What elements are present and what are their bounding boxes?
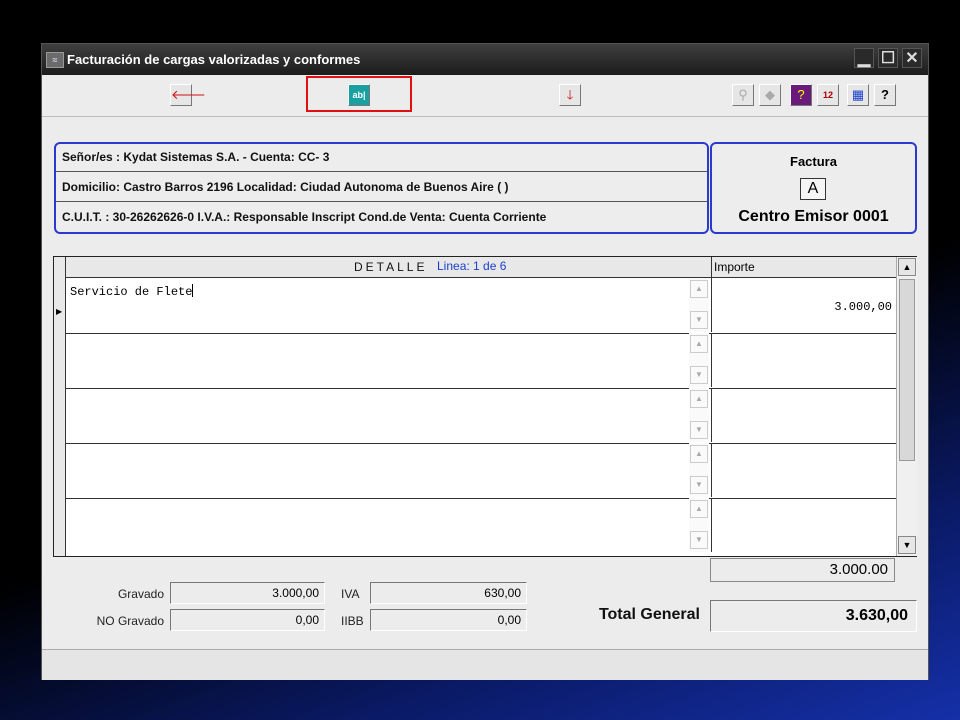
gravado-field[interactable]: 3.000,00 [170,582,325,604]
toolbar: 🡐 ab| 🡓 ⚲ ◆ ? 12 ▦ ? [42,75,928,115]
calculator-icon: ▦ [851,87,865,102]
description-cell[interactable] [65,333,689,387]
description-cell[interactable] [65,388,689,442]
calendar-icon: 12 [822,90,833,100]
table-row[interactable]: ▲ ▼ [65,388,896,444]
no-gravado-field[interactable]: 0,00 [170,609,325,631]
amount-cell[interactable] [711,388,894,442]
help-button[interactable]: ? [790,84,812,106]
table-row[interactable]: ▲ ▼ [65,443,896,499]
detail-grid: DETALLE Linea: 1 de 6 Importe ▶ Servicio… [53,256,917,557]
highlight-box [306,76,412,112]
scroll-thumb[interactable] [899,279,915,461]
amount-cell[interactable]: 3.000,00 [711,278,894,332]
scroll-down-icon[interactable]: ▼ [690,531,708,549]
customer-name: Señor/es : Kydat Sistemas S.A. - Cuenta:… [62,150,330,164]
invoice-letter: A [800,178,826,200]
grid-scrollbar[interactable]: ▲ ▼ [896,257,917,556]
table-row[interactable]: ▲ ▼ [65,333,896,389]
importe-header: Importe [711,257,894,277]
calculator-button[interactable]: ▦ [847,84,869,106]
invoice-type-box: Factura A Centro Emisor 0001 [710,142,917,234]
maximize-button[interactable]: ☐ [878,48,898,68]
help-icon: ? [797,87,805,102]
amount-cell[interactable] [711,333,894,387]
divider [56,201,707,202]
question-icon: ? [881,87,889,102]
description-cell[interactable] [65,498,689,552]
scroll-down-icon[interactable]: ▼ [690,476,708,494]
detalle-title: DETALLE [354,260,428,274]
iibb-field[interactable]: 0,00 [370,609,527,631]
customer-address: Domicilio: Castro Barros 2196 Localidad:… [62,180,509,194]
total-general-field: 3.630,00 [710,600,917,632]
invoice-window: ≈ Facturación de cargas valorizadas y co… [41,43,929,680]
gravado-label: Gravado [117,587,164,601]
scroll-down-icon[interactable]: ▼ [690,366,708,384]
amount-cell[interactable] [711,443,894,497]
no-gravado-label: NO Gravado [96,614,164,628]
search-button[interactable]: ⚲ [732,84,754,106]
factura-label: Factura [790,154,837,169]
iva-field[interactable]: 630,00 [370,582,527,604]
description-cell[interactable]: Servicio de Flete [65,278,689,332]
total-general-label: Total General [598,606,700,623]
text-cursor [192,284,194,297]
table-row[interactable]: ▲ ▼ [65,498,896,553]
title-bar[interactable]: ≈ Facturación de cargas valorizadas y co… [42,44,928,75]
customer-info-box: Señor/es : Kydat Sistemas S.A. - Cuenta:… [54,142,709,234]
minimize-button[interactable]: ▁ [854,48,874,68]
left-arrow-icon: 🡐 [171,87,206,102]
iibb-label: IIBB [341,614,364,628]
app-icon: ≈ [46,52,64,68]
scroll-down-icon[interactable]: ▼ [690,311,708,329]
binoculars-icon: ⚲ [738,87,748,102]
cell-scrollbar[interactable]: ▲ ▼ [689,333,709,387]
scroll-down-icon[interactable]: ▼ [898,536,916,554]
scroll-up-icon[interactable]: ▲ [690,280,708,298]
previous-button[interactable]: 🡐 [170,84,206,106]
iva-label: IVA [341,587,360,601]
tag-button[interactable]: ◆ [759,84,781,106]
status-bar [42,649,928,680]
table-row[interactable]: Servicio de Flete ▲ ▼ 3.000,00 [65,278,896,334]
window-title: Facturación de cargas valorizadas y conf… [67,52,361,67]
divider [56,171,707,172]
line-counter: Linea: 1 de 6 [437,259,507,273]
close-button[interactable]: ✕ [902,48,922,68]
scroll-up-icon[interactable]: ▲ [690,335,708,353]
customer-tax-info: C.U.I.T. : 30-26262626-0 I.V.A.: Respons… [62,210,547,224]
cell-scrollbar[interactable]: ▲ ▼ [689,443,709,497]
amount-cell[interactable] [711,498,894,552]
info-button[interactable]: ? [874,84,896,106]
next-button[interactable]: 🡓 [559,84,581,106]
scroll-up-icon[interactable]: ▲ [690,445,708,463]
subtotal-field: 3.000.00 [710,558,895,582]
current-row-pointer-icon: ▶ [56,307,63,316]
calendar-button[interactable]: 12 [817,84,839,106]
grid-header: DETALLE Linea: 1 de 6 Importe [54,257,916,278]
tag-icon: ◆ [765,87,775,102]
description-cell[interactable] [65,443,689,497]
toolbar-divider [42,116,928,117]
centro-emisor: Centro Emisor 0001 [738,208,889,225]
cell-scrollbar[interactable]: ▲ ▼ [689,498,709,552]
scroll-up-icon[interactable]: ▲ [690,500,708,518]
down-arrow-icon: 🡓 [566,87,574,102]
scroll-up-icon[interactable]: ▲ [898,258,916,276]
scroll-down-icon[interactable]: ▼ [690,421,708,439]
cell-scrollbar[interactable]: ▲ ▼ [689,278,709,332]
cell-scrollbar[interactable]: ▲ ▼ [689,388,709,442]
scroll-up-icon[interactable]: ▲ [690,390,708,408]
